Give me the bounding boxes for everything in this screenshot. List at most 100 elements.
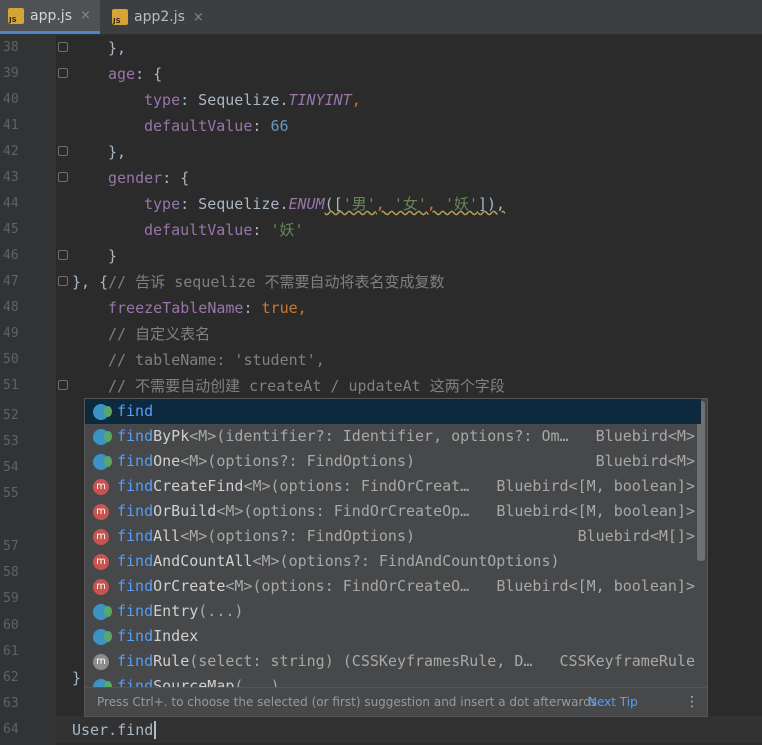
method-icon: m — [93, 479, 109, 495]
suggestion-item[interactable]: m findAll<M>(options?: FindOptions) Blue… — [85, 524, 701, 549]
function-icon — [93, 454, 112, 470]
fold-marker-icon[interactable] — [58, 146, 68, 156]
constant-name: TINYINT — [288, 91, 352, 109]
suggestion-match: find — [117, 602, 154, 620]
close-icon[interactable]: × — [80, 8, 91, 23]
close-icon[interactable]: × — [193, 10, 204, 25]
fold-marker-icon[interactable] — [58, 250, 68, 260]
line-number: 51 — [3, 378, 19, 393]
string-literal: '男' — [342, 195, 376, 213]
code-text: : — [252, 117, 271, 135]
line-number: 58 — [3, 565, 19, 580]
typed-text: find — [117, 721, 154, 739]
suggestion-match: find — [117, 502, 154, 520]
next-tip-link[interactable]: Next Tip — [588, 688, 638, 716]
comment: // 不需要自动创建 createAt / updateAt 这两个字段 — [108, 377, 505, 395]
text-caret — [154, 721, 157, 739]
code-line: 50 // tableName: 'student', — [0, 347, 762, 373]
code-line: 42 }, — [0, 139, 762, 165]
suggestion-item[interactable]: findByPk<M>(identifier?: Identifier, opt… — [85, 424, 701, 449]
suggestion-match: find — [117, 552, 154, 570]
code-text: : { — [162, 169, 190, 187]
more-options-icon[interactable]: ⋮ — [685, 688, 699, 716]
suggestion-match: find — [117, 427, 154, 445]
line-number: 59 — [3, 591, 19, 606]
suggestion-signature: <M>(options: FindOrCreat… — [243, 477, 470, 495]
suggestion-item[interactable]: findOne<M>(options?: FindOptions) Bluebi… — [85, 449, 701, 474]
method-icon: m — [93, 554, 109, 570]
code-text: : { — [135, 65, 163, 83]
code-text: }, — [108, 39, 127, 57]
tab-app2-js[interactable]: JS app2.js × — [104, 0, 214, 34]
code-line: 44 type: Sequelize.ENUM(['男', '女', '妖'])… — [0, 191, 762, 217]
property-name: defaultValue — [144, 221, 253, 239]
suggestion-name: All — [153, 527, 181, 545]
suggestion-signature: <M>(options: FindOrCreateO… — [225, 577, 470, 595]
fold-marker-icon[interactable] — [58, 68, 68, 78]
string-literal: '妖' — [444, 195, 478, 213]
line-number: 57 — [3, 539, 19, 554]
suggestion-item[interactable]: m findAndCountAll<M>(options?: FindAndCo… — [85, 549, 701, 574]
punctuation: , — [351, 91, 361, 109]
line-number: 44 — [3, 196, 19, 211]
hint-text: Press Ctrl+. to choose the selected (or … — [97, 695, 598, 709]
code-line: 49 // 自定义表名 — [0, 321, 762, 347]
line-number: 46 — [3, 248, 19, 263]
code-line: 46 } — [0, 243, 762, 269]
fold-marker-icon[interactable] — [58, 276, 68, 286]
suggestion-type: CSSKeyframeRule — [559, 652, 695, 670]
suggestion-item[interactable]: m findOrCreate<M>(options: FindOrCreateO… — [85, 574, 701, 599]
line-number: 40 — [3, 92, 19, 107]
code-text: : Sequelize. — [180, 91, 289, 109]
suggestion-type: Bluebird<M> — [595, 452, 695, 470]
line-number: 61 — [3, 644, 19, 659]
suggestion-match: find — [117, 452, 154, 470]
suggestion-signature: <M>(options?: FindOptions) — [180, 527, 416, 545]
code-line: 43 gender: { — [0, 165, 762, 191]
suggestion-name: Index — [153, 627, 199, 645]
property-name: age — [108, 65, 136, 83]
tab-label: app.js — [30, 7, 72, 24]
suggestion-name: OrBuild — [153, 502, 217, 520]
suggestion-item[interactable]: find — [85, 399, 701, 424]
code-text: }, — [108, 143, 127, 161]
function-icon — [93, 404, 112, 420]
line-number: 52 — [3, 408, 19, 423]
property-name: defaultValue — [144, 117, 253, 135]
js-file-icon: JS — [8, 7, 24, 24]
suggestion-item[interactable]: findEntry(...) — [85, 599, 701, 624]
code-line: 51 // 不需要自动创建 createAt / updateAt 这两个字段 — [0, 373, 762, 399]
property-name: type — [144, 91, 181, 109]
line-number: 64 — [3, 722, 19, 737]
tab-app-js[interactable]: JS app.js × — [0, 0, 100, 34]
line-number: 43 — [3, 170, 19, 185]
code-text: }, { — [72, 273, 109, 291]
suggestion-signature: (...) — [198, 602, 244, 620]
suggestion-item[interactable]: m findOrBuild<M>(options: FindOrCreateOp… — [85, 499, 701, 524]
code-line: 47 }, {// 告诉 sequelize 不需要自动将表名变成复数 — [0, 269, 762, 295]
code-text: ]), — [478, 195, 506, 213]
suggestion-type: Bluebird<M> — [595, 427, 695, 445]
suggestion-name: CreateFind — [153, 477, 244, 495]
suggestion-match: find — [117, 402, 154, 420]
suggestion-item[interactable]: m findCreateFind<M>(options: FindOrCreat… — [85, 474, 701, 499]
code-text: } — [108, 247, 118, 265]
fold-marker-icon[interactable] — [58, 172, 68, 182]
method-gray-icon: m — [93, 654, 109, 670]
method-icon: m — [93, 529, 109, 545]
suggestion-item[interactable]: m findRule(select: string) (CSSKeyframes… — [85, 649, 701, 674]
suggestion-match: find — [117, 577, 154, 595]
comment: // 告诉 sequelize 不需要自动将表名变成复数 — [108, 273, 445, 291]
suggestion-item[interactable]: findIndex — [85, 624, 701, 649]
suggestion-type: Bluebird<[M, boolean]> — [496, 502, 695, 520]
fold-marker-icon[interactable] — [58, 42, 68, 52]
line-number: 63 — [3, 696, 19, 711]
suggestion-signature: <M>(options?: FindOptions) — [180, 452, 416, 470]
function-icon — [93, 604, 112, 620]
suggestion-match: find — [117, 477, 154, 495]
suggestion-signature: (select: string) (CSSKeyframesRule, D… — [189, 652, 533, 670]
property-name: freezeTableName — [108, 299, 244, 317]
comment: // 自定义表名 — [108, 325, 211, 343]
fold-marker-icon[interactable] — [58, 380, 68, 390]
code-text: } — [72, 669, 82, 687]
